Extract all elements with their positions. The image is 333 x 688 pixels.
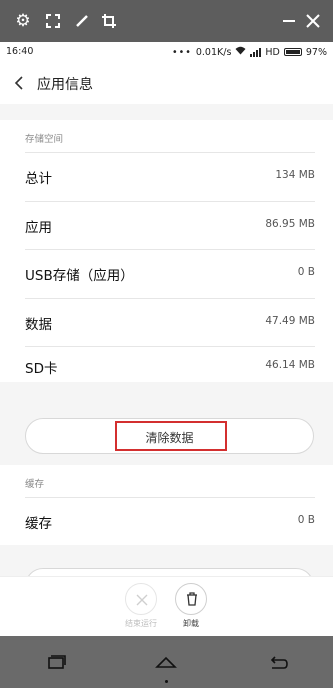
page-title: 应用信息 <box>37 77 93 93</box>
force-stop-label: 结束运行 <box>125 619 157 628</box>
uninstall-button[interactable]: 卸载 <box>171 583 211 629</box>
network-speed: 0.01K/s <box>195 46 232 58</box>
row-value: 46.14 MB <box>265 359 315 371</box>
back-arrow-icon[interactable] <box>12 73 26 93</box>
row-value: 134 MB <box>275 169 315 181</box>
status-bar: 16:40 ••• 0.01K/s HD 97% <box>0 42 333 62</box>
cache-row: 缓存 0 B <box>0 498 333 546</box>
cache-card: 缓存 缓存 0 B <box>0 465 333 545</box>
recents-icon[interactable] <box>44 650 68 674</box>
gear-icon[interactable]: ⚙ <box>12 9 34 33</box>
notification-dots: ••• <box>172 46 192 58</box>
storage-row-usb: USB存储（应用） 0 B <box>0 250 333 298</box>
row-label: 总计 <box>25 171 52 187</box>
navigation-bar <box>0 636 333 688</box>
row-value: 86.95 MB <box>265 218 315 230</box>
network-type: HD <box>265 46 280 58</box>
row-label: 缓存 <box>25 516 52 532</box>
storage-card: 存储空间 总计 134 MB 应用 86.95 MB USB存储（应用） 0 B… <box>0 120 333 382</box>
storage-row-app: 应用 86.95 MB <box>0 202 333 250</box>
row-label: 应用 <box>25 220 52 236</box>
app-info-content[interactable]: 存储空间 总计 134 MB 应用 86.95 MB USB存储（应用） 0 B… <box>0 104 333 636</box>
emulator-toolbar: ⚙ <box>0 0 333 42</box>
row-value: 47.49 MB <box>265 315 315 327</box>
header: 应用信息 <box>0 62 333 104</box>
home-indicator-dot <box>165 680 168 683</box>
clear-data-button[interactable]: 清除数据 <box>25 418 314 454</box>
action-bar: 结束运行 卸载 <box>0 576 333 636</box>
highlight-box <box>115 421 227 451</box>
storage-row-sdcard: SD卡 46.14 MB <box>0 347 333 382</box>
home-icon[interactable] <box>154 650 178 674</box>
trash-icon <box>175 583 207 615</box>
expand-icon[interactable] <box>42 9 64 33</box>
row-label: USB存储（应用） <box>25 268 134 284</box>
pencil-icon[interactable] <box>71 9 93 33</box>
row-label: 数据 <box>25 317 52 333</box>
close-icon[interactable] <box>302 9 324 33</box>
wifi-icon <box>235 46 246 58</box>
battery-icon <box>283 48 302 56</box>
storage-row-total: 总计 134 MB <box>0 153 333 201</box>
cache-section-label: 缓存 <box>25 479 45 490</box>
crop-icon[interactable] <box>98 9 120 33</box>
minimize-icon[interactable] <box>278 9 300 33</box>
status-time: 16:40 <box>6 46 34 57</box>
force-stop-button[interactable]: 结束运行 <box>121 583 161 629</box>
close-icon <box>125 583 157 615</box>
row-value: 0 B <box>297 514 315 526</box>
storage-row-data: 数据 47.49 MB <box>0 299 333 347</box>
row-value: 0 B <box>297 266 315 278</box>
back-icon[interactable] <box>266 650 290 674</box>
storage-section-label: 存储空间 <box>25 134 64 145</box>
uninstall-label: 卸载 <box>183 619 199 628</box>
row-label: SD卡 <box>25 361 58 377</box>
battery-level: 97% <box>305 46 327 58</box>
signal-icon <box>250 47 262 57</box>
